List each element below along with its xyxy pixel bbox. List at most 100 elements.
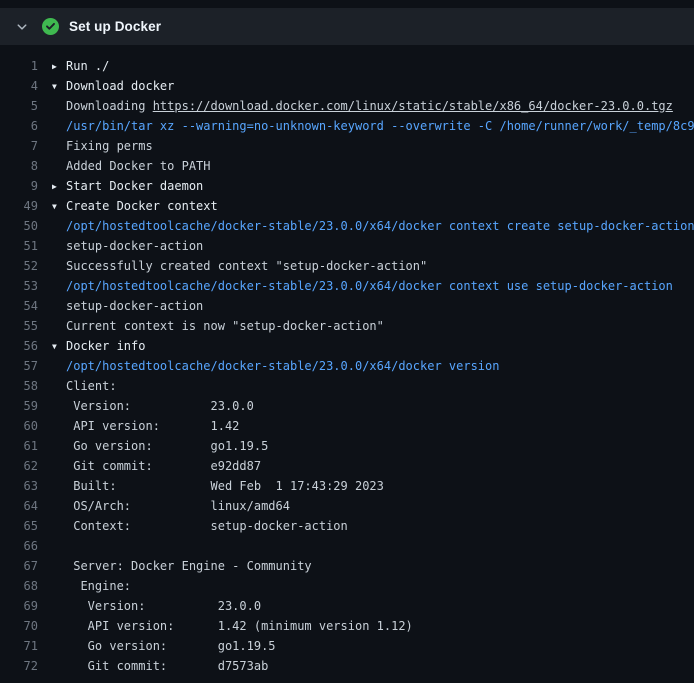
line-number[interactable]: 8 bbox=[0, 156, 52, 176]
log-line: 50/opt/hostedtoolcache/docker-stable/23.… bbox=[0, 216, 694, 236]
group-title[interactable]: Download docker bbox=[66, 79, 174, 93]
log-line: 65 Context: setup-docker-action bbox=[0, 516, 694, 536]
log-text: Engine: bbox=[52, 576, 694, 596]
log-line: 59 Version: 23.0.0 bbox=[0, 396, 694, 416]
line-number[interactable]: 1 bbox=[0, 56, 52, 76]
log-text: Client: bbox=[52, 376, 694, 396]
log-command-text: /opt/hostedtoolcache/docker-stable/23.0.… bbox=[52, 276, 694, 296]
line-number[interactable]: 9 bbox=[0, 176, 52, 196]
group-title[interactable]: Start Docker daemon bbox=[66, 179, 203, 193]
line-number[interactable]: 49 bbox=[0, 196, 52, 216]
log-line: 61 Go version: go1.19.5 bbox=[0, 436, 694, 456]
group-title[interactable]: Run ./ bbox=[66, 59, 109, 73]
line-number[interactable]: 57 bbox=[0, 356, 52, 376]
log-lines: 1▶Run ./4▼Download docker5Downloading ht… bbox=[0, 56, 694, 676]
log-command-text: /opt/hostedtoolcache/docker-stable/23.0.… bbox=[52, 356, 694, 376]
log-line: 72 Git commit: d7573ab bbox=[0, 656, 694, 676]
log-line: 60 API version: 1.42 bbox=[0, 416, 694, 436]
line-number[interactable]: 64 bbox=[0, 496, 52, 516]
group-title[interactable]: Create Docker context bbox=[66, 199, 218, 213]
log-text: Version: 23.0.0 bbox=[52, 396, 694, 416]
log-line[interactable]: 4▼Download docker bbox=[0, 76, 694, 96]
log-line: 67 Server: Docker Engine - Community bbox=[0, 556, 694, 576]
log-line: 57/opt/hostedtoolcache/docker-stable/23.… bbox=[0, 356, 694, 376]
line-number[interactable]: 61 bbox=[0, 436, 52, 456]
line-number[interactable]: 65 bbox=[0, 516, 52, 536]
log-text: Successfully created context "setup-dock… bbox=[52, 256, 694, 276]
line-number[interactable]: 60 bbox=[0, 416, 52, 436]
line-number[interactable]: 68 bbox=[0, 576, 52, 596]
log-line: 62 Git commit: e92dd87 bbox=[0, 456, 694, 476]
log-container: 1▶Run ./4▼Download docker5Downloading ht… bbox=[0, 46, 694, 676]
line-number[interactable]: 56 bbox=[0, 336, 52, 356]
log-line: 66 bbox=[0, 536, 694, 556]
log-line: 63 Built: Wed Feb 1 17:43:29 2023 bbox=[0, 476, 694, 496]
log-line: 68 Engine: bbox=[0, 576, 694, 596]
line-number[interactable]: 51 bbox=[0, 236, 52, 256]
log-text: Go version: go1.19.5 bbox=[52, 636, 694, 656]
log-text: Server: Docker Engine - Community bbox=[52, 556, 694, 576]
log-text: OS/Arch: linux/amd64 bbox=[52, 496, 694, 516]
log-command-text: /usr/bin/tar xz --warning=no-unknown-key… bbox=[52, 116, 694, 136]
line-number[interactable]: 72 bbox=[0, 656, 52, 676]
log-line: 7Fixing perms bbox=[0, 136, 694, 156]
line-number[interactable]: 66 bbox=[0, 536, 52, 556]
group-collapsed-icon[interactable]: ▶ bbox=[52, 177, 66, 197]
line-number[interactable]: 71 bbox=[0, 636, 52, 656]
line-number[interactable]: 69 bbox=[0, 596, 52, 616]
log-line: 52Successfully created context "setup-do… bbox=[0, 256, 694, 276]
line-number[interactable]: 70 bbox=[0, 616, 52, 636]
log-text: Git commit: e92dd87 bbox=[52, 456, 694, 476]
line-number[interactable]: 53 bbox=[0, 276, 52, 296]
log-line: 64 OS/Arch: linux/amd64 bbox=[0, 496, 694, 516]
line-number[interactable]: 58 bbox=[0, 376, 52, 396]
log-line[interactable]: 1▶Run ./ bbox=[0, 56, 694, 76]
log-line[interactable]: 56▼Docker info bbox=[0, 336, 694, 356]
log-text: Context: setup-docker-action bbox=[52, 516, 694, 536]
line-number[interactable]: 6 bbox=[0, 116, 52, 136]
log-line: 71 Go version: go1.19.5 bbox=[0, 636, 694, 656]
line-number[interactable]: 52 bbox=[0, 256, 52, 276]
log-line: 51setup-docker-action bbox=[0, 236, 694, 256]
log-text: Built: Wed Feb 1 17:43:29 2023 bbox=[52, 476, 694, 496]
step-title: Set up Docker bbox=[69, 19, 161, 34]
check-circle-icon bbox=[42, 18, 59, 35]
log-text: Go version: go1.19.5 bbox=[52, 436, 694, 456]
line-number[interactable]: 67 bbox=[0, 556, 52, 576]
log-line: 5 Downloading https://download.docker.com… bbox=[0, 96, 694, 116]
group-expanded-icon[interactable]: ▼ bbox=[52, 77, 66, 97]
log-text: Git commit: d7573ab bbox=[52, 656, 694, 676]
log-text: Current context is now "setup-docker-act… bbox=[52, 316, 694, 336]
line-number[interactable]: 62 bbox=[0, 456, 52, 476]
line-number[interactable]: 4 bbox=[0, 76, 52, 96]
line-number[interactable]: 50 bbox=[0, 216, 52, 236]
log-text: Version: 23.0.0 bbox=[52, 596, 694, 616]
log-text: setup-docker-action bbox=[52, 236, 694, 256]
line-number[interactable]: 54 bbox=[0, 296, 52, 316]
log-text bbox=[52, 536, 694, 556]
log-text: API version: 1.42 (minimum version 1.12) bbox=[52, 616, 694, 636]
log-line: 53/opt/hostedtoolcache/docker-stable/23.… bbox=[0, 276, 694, 296]
group-title[interactable]: Docker info bbox=[66, 339, 145, 353]
log-line: 6/usr/bin/tar xz --warning=no-unknown-ke… bbox=[0, 116, 694, 136]
group-collapsed-icon[interactable]: ▶ bbox=[52, 57, 66, 77]
log-line: 55Current context is now "setup-docker-a… bbox=[0, 316, 694, 336]
line-number[interactable]: 55 bbox=[0, 316, 52, 336]
log-line: 8Added Docker to PATH bbox=[0, 156, 694, 176]
line-number[interactable]: 63 bbox=[0, 476, 52, 496]
group-expanded-icon[interactable]: ▼ bbox=[52, 337, 66, 357]
chevron-down-icon[interactable] bbox=[14, 19, 30, 35]
group-expanded-icon[interactable]: ▼ bbox=[52, 197, 66, 217]
log-link[interactable]: https://download.docker.com/linux/static… bbox=[153, 99, 673, 113]
step-header[interactable]: Set up Docker bbox=[0, 8, 694, 46]
log-command-text: /opt/hostedtoolcache/docker-stable/23.0.… bbox=[52, 216, 694, 236]
log-text: Added Docker to PATH bbox=[52, 156, 694, 176]
log-line[interactable]: 49▼Create Docker context bbox=[0, 196, 694, 216]
log-line: 54setup-docker-action bbox=[0, 296, 694, 316]
line-number[interactable]: 59 bbox=[0, 396, 52, 416]
line-number[interactable]: 5 bbox=[0, 96, 52, 116]
log-line: 58Client: bbox=[0, 376, 694, 396]
log-line[interactable]: 9▶Start Docker daemon bbox=[0, 176, 694, 196]
line-number[interactable]: 7 bbox=[0, 136, 52, 156]
log-text: Downloading bbox=[66, 99, 153, 113]
